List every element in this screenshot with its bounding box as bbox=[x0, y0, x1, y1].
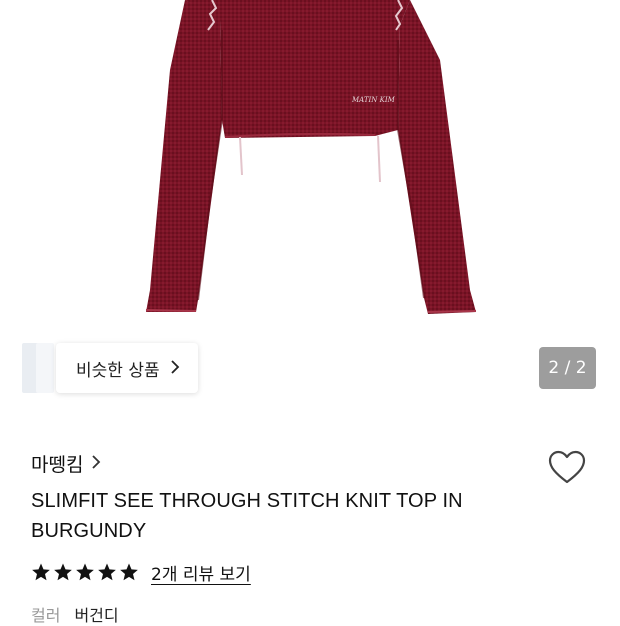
brand-name: 마뗑킴 bbox=[31, 454, 84, 476]
similar-products-label: 비슷한 상품 bbox=[76, 360, 160, 381]
similar-thumbnail bbox=[36, 343, 54, 393]
product-title: SLIMFIT SEE THROUGH STITCH KNIT TOP IN B… bbox=[31, 490, 463, 542]
review-link[interactable]: 2개 리뷰 보기 bbox=[151, 560, 251, 585]
embroidery-text: MATIN KIM bbox=[351, 96, 396, 104]
chevron-right-icon bbox=[170, 359, 180, 378]
rating-stars bbox=[31, 562, 141, 582]
brand-link[interactable]: 마뗑킴 bbox=[31, 450, 101, 477]
option-label: 컬러 bbox=[31, 606, 61, 625]
wishlist-heart-icon[interactable] bbox=[547, 449, 587, 487]
similar-products[interactable]: 비슷한 상품 bbox=[22, 343, 198, 393]
page-counter: 2 / 2 bbox=[539, 347, 596, 389]
star-icon bbox=[76, 563, 94, 581]
star-icon bbox=[54, 563, 72, 581]
option-value: 버건디 bbox=[74, 606, 119, 625]
star-icon bbox=[32, 563, 50, 581]
rating-row: 2개 리뷰 보기 bbox=[31, 560, 251, 585]
similar-products-button[interactable]: 비슷한 상품 bbox=[56, 343, 198, 393]
chevron-right-icon bbox=[91, 454, 101, 474]
star-icon bbox=[98, 563, 116, 581]
star-icon bbox=[120, 563, 138, 581]
product-image-gallery[interactable]: MATIN KIM 비슷한 상품 2 / 2 bbox=[0, 0, 620, 410]
option-row: 컬러 버건디 bbox=[31, 602, 119, 626]
